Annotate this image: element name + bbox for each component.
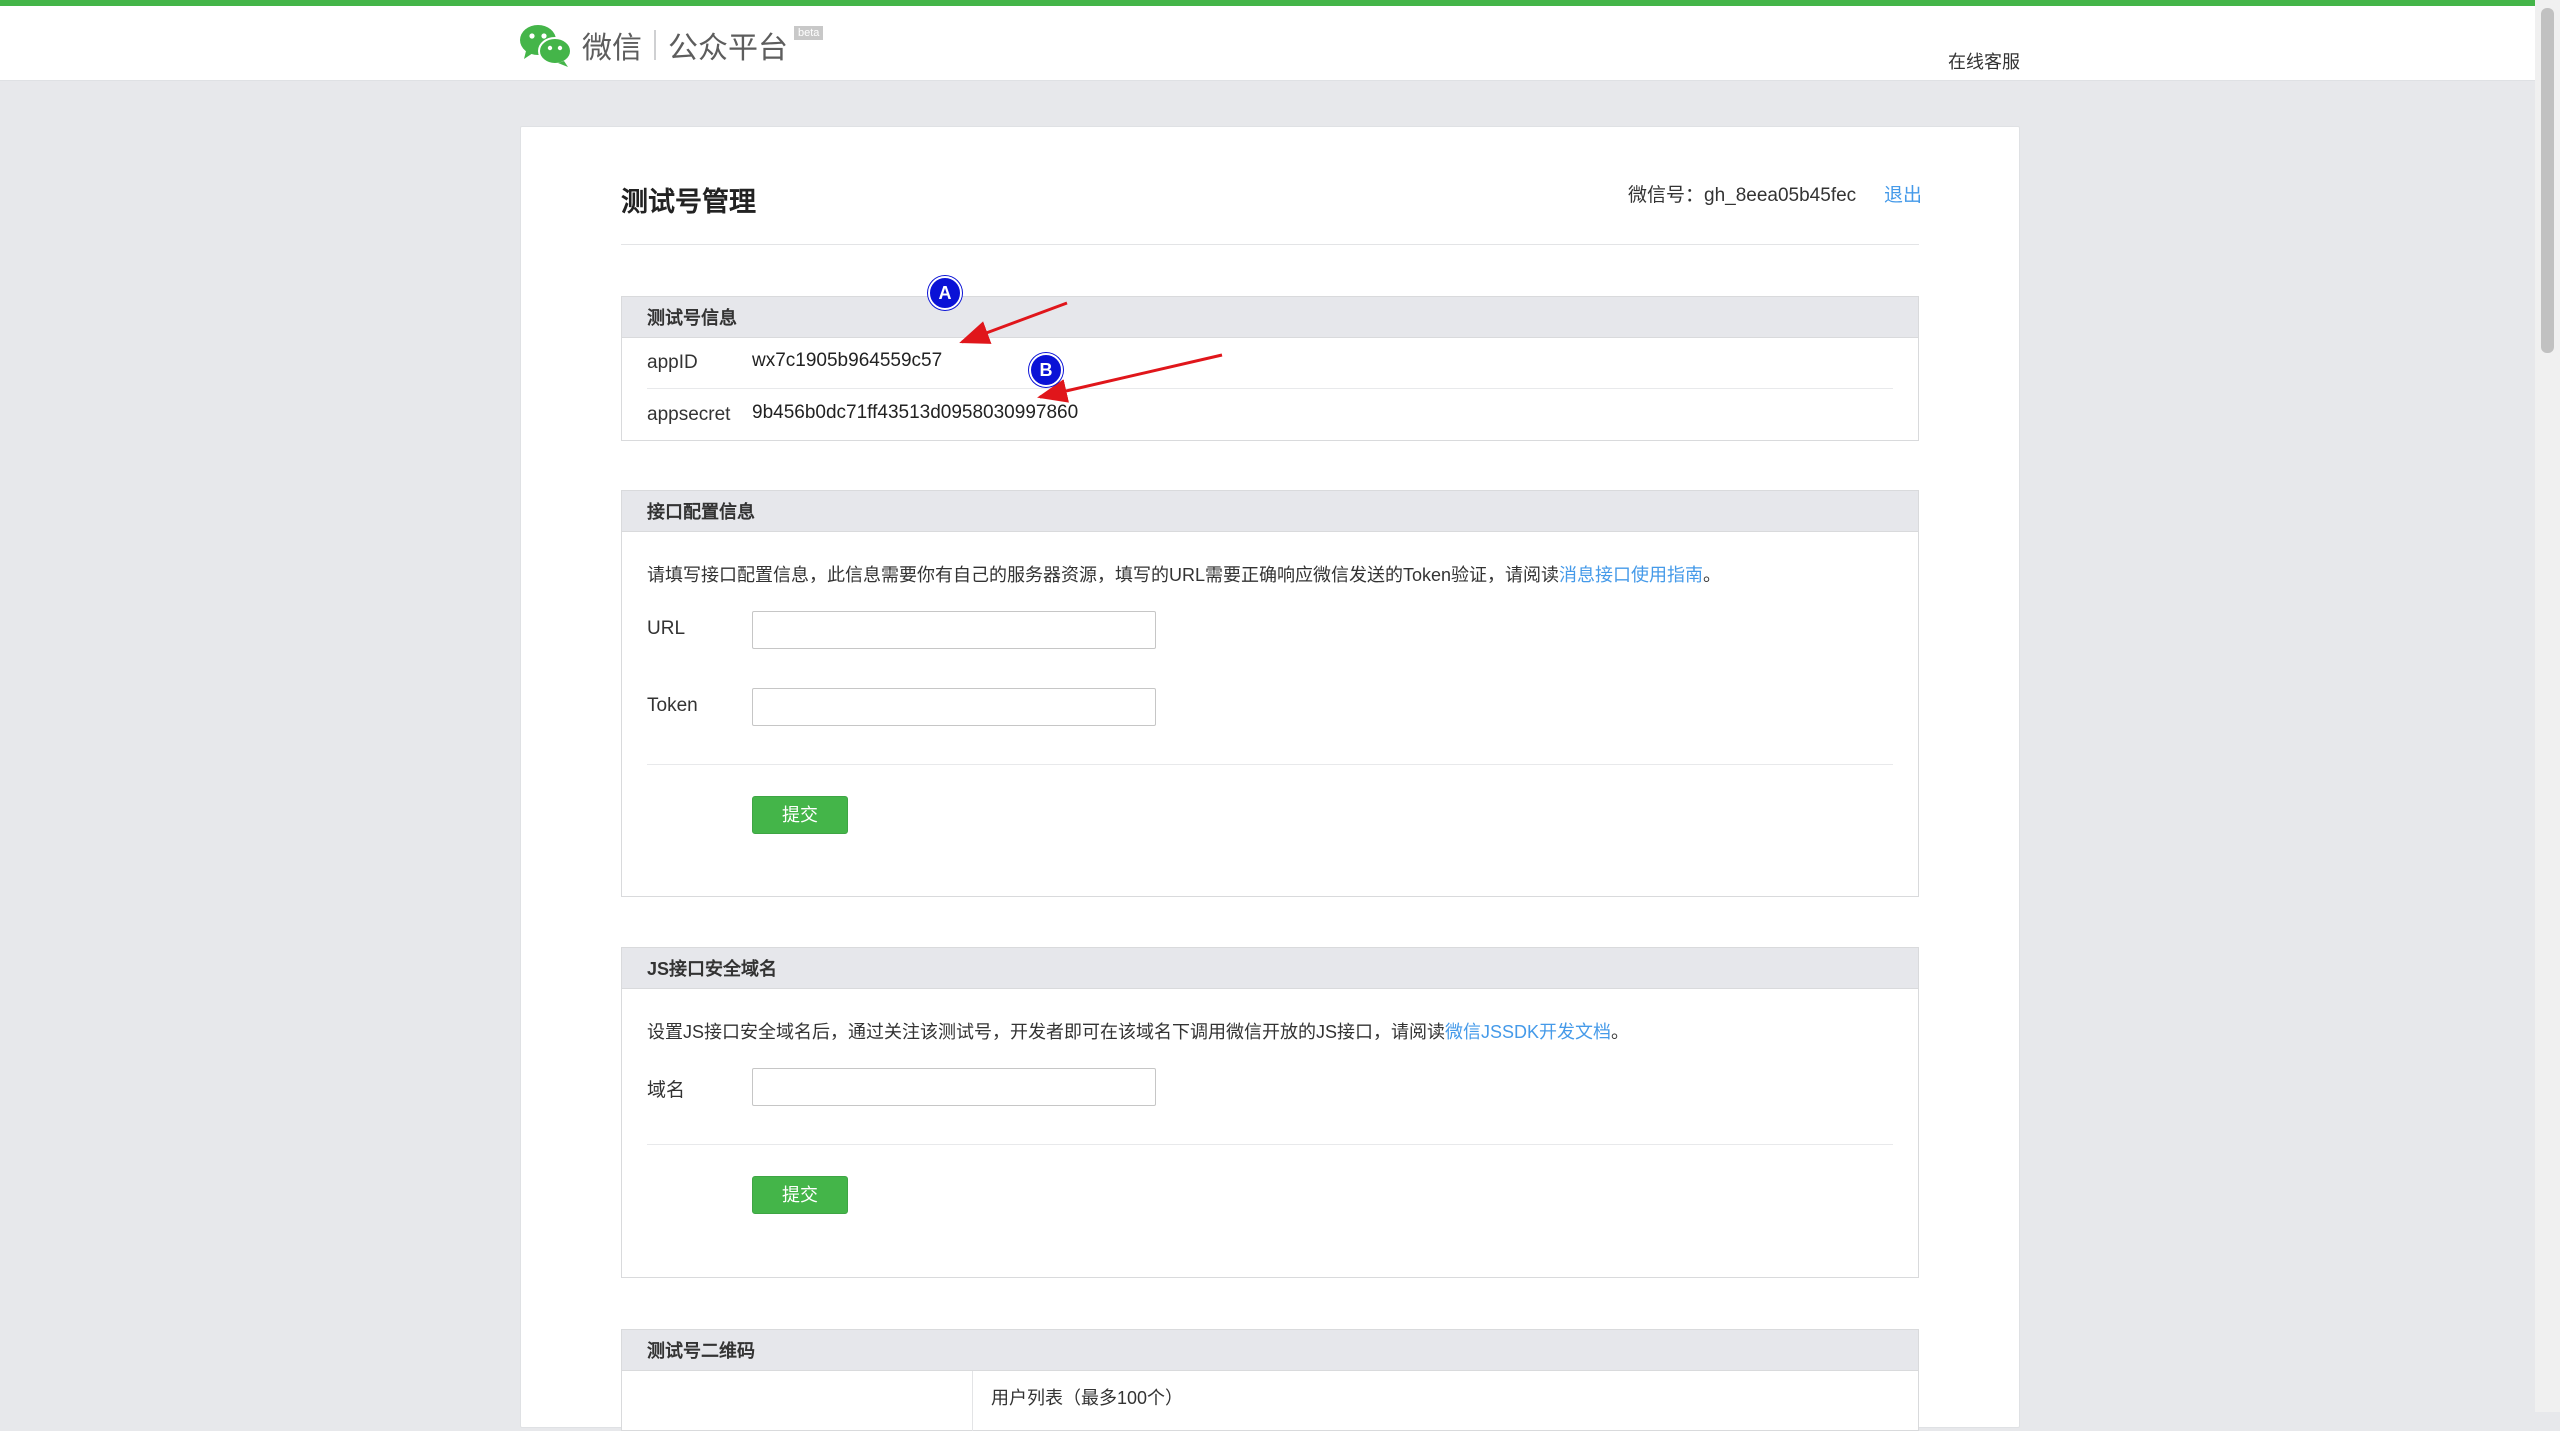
user-list-label: 用户列表（最多100个） <box>991 1388 1184 1408</box>
account-info: 微信号：gh_8eea05b45fec <box>1628 180 1856 207</box>
test-info-panel: 测试号信息 appID wx7c1905b964559c57 appsecret… <box>621 296 1919 441</box>
interface-submit-button[interactable]: 提交 <box>752 796 848 834</box>
panel-heading: JS接口安全域名 <box>622 948 1918 989</box>
description-text: 请填写接口配置信息，此信息需要你有自己的服务器资源，填写的URL需要正确响应微信… <box>647 565 1560 585</box>
appsecret-value: 9b456b0dc71ff43513d0958030997860 <box>752 402 1079 423</box>
panel-heading: 测试号二维码 <box>622 1330 1918 1371</box>
beta-badge: beta <box>794 26 824 40</box>
interface-config-description: 请填写接口配置信息，此信息需要你有自己的服务器资源，填写的URL需要正确响应微信… <box>647 561 1721 587</box>
token-input[interactable] <box>752 688 1156 726</box>
form-divider <box>647 764 1893 765</box>
logo-text: 微信 <box>582 32 642 65</box>
account-label: 微信号： <box>1628 185 1705 206</box>
vertical-scrollbar[interactable] <box>2535 0 2560 1412</box>
logo-divider <box>654 30 656 60</box>
appid-label: appID <box>647 352 698 373</box>
wechat-logo[interactable]: 微信 公众平台 beta <box>518 20 824 70</box>
description-end: 。 <box>1611 1022 1630 1042</box>
panel-heading: 接口配置信息 <box>622 491 1918 532</box>
form-divider <box>647 1144 1893 1145</box>
qrcode-panel: 测试号二维码 用户列表（最多100个） <box>621 1329 1919 1431</box>
top-header: 微信 公众平台 beta 在线客服 <box>0 6 2535 81</box>
url-label: URL <box>647 618 686 639</box>
appid-value: wx7c1905b964559c57 <box>752 350 943 371</box>
message-api-guide-link[interactable]: 消息接口使用指南 <box>1559 565 1703 585</box>
row-divider <box>647 388 1893 389</box>
js-domain-description: 设置JS接口安全域名后，通过关注该测试号，开发者即可在该域名下调用微信开放的JS… <box>647 1018 1629 1044</box>
js-domain-submit-button[interactable]: 提交 <box>752 1176 848 1214</box>
url-input[interactable] <box>752 611 1156 649</box>
domain-label: 域名 <box>647 1080 686 1101</box>
platform-text: 公众平台 <box>668 32 788 65</box>
interface-config-panel: 接口配置信息 请填写接口配置信息，此信息需要你有自己的服务器资源，填写的URL需… <box>621 490 1919 897</box>
page-title: 测试号管理 <box>621 187 756 217</box>
description-text: 设置JS接口安全域名后，通过关注该测试号，开发者即可在该域名下调用微信开放的JS… <box>647 1022 1446 1042</box>
online-service-link[interactable]: 在线客服 <box>1948 48 2020 74</box>
account-value: gh_8eea05b45fec <box>1704 185 1857 206</box>
appsecret-label: appsecret <box>647 404 731 425</box>
token-label: Token <box>647 695 698 716</box>
domain-input[interactable] <box>752 1068 1156 1106</box>
js-domain-panel: JS接口安全域名 设置JS接口安全域名后，通过关注该测试号，开发者即可在该域名下… <box>621 947 1919 1278</box>
jssdk-doc-link[interactable]: 微信JSSDK开发文档 <box>1445 1022 1611 1042</box>
wechat-icon <box>518 21 574 69</box>
title-divider <box>621 244 1919 245</box>
logout-link[interactable]: 退出 <box>1884 180 1922 207</box>
panel-heading: 测试号信息 <box>622 297 1918 338</box>
annotation-marker-a: A <box>928 276 962 310</box>
description-end: 。 <box>1703 565 1722 585</box>
scrollbar-thumb[interactable] <box>2541 8 2554 353</box>
annotation-marker-b: B <box>1029 353 1063 387</box>
qrcode-column-divider <box>972 1371 973 1431</box>
